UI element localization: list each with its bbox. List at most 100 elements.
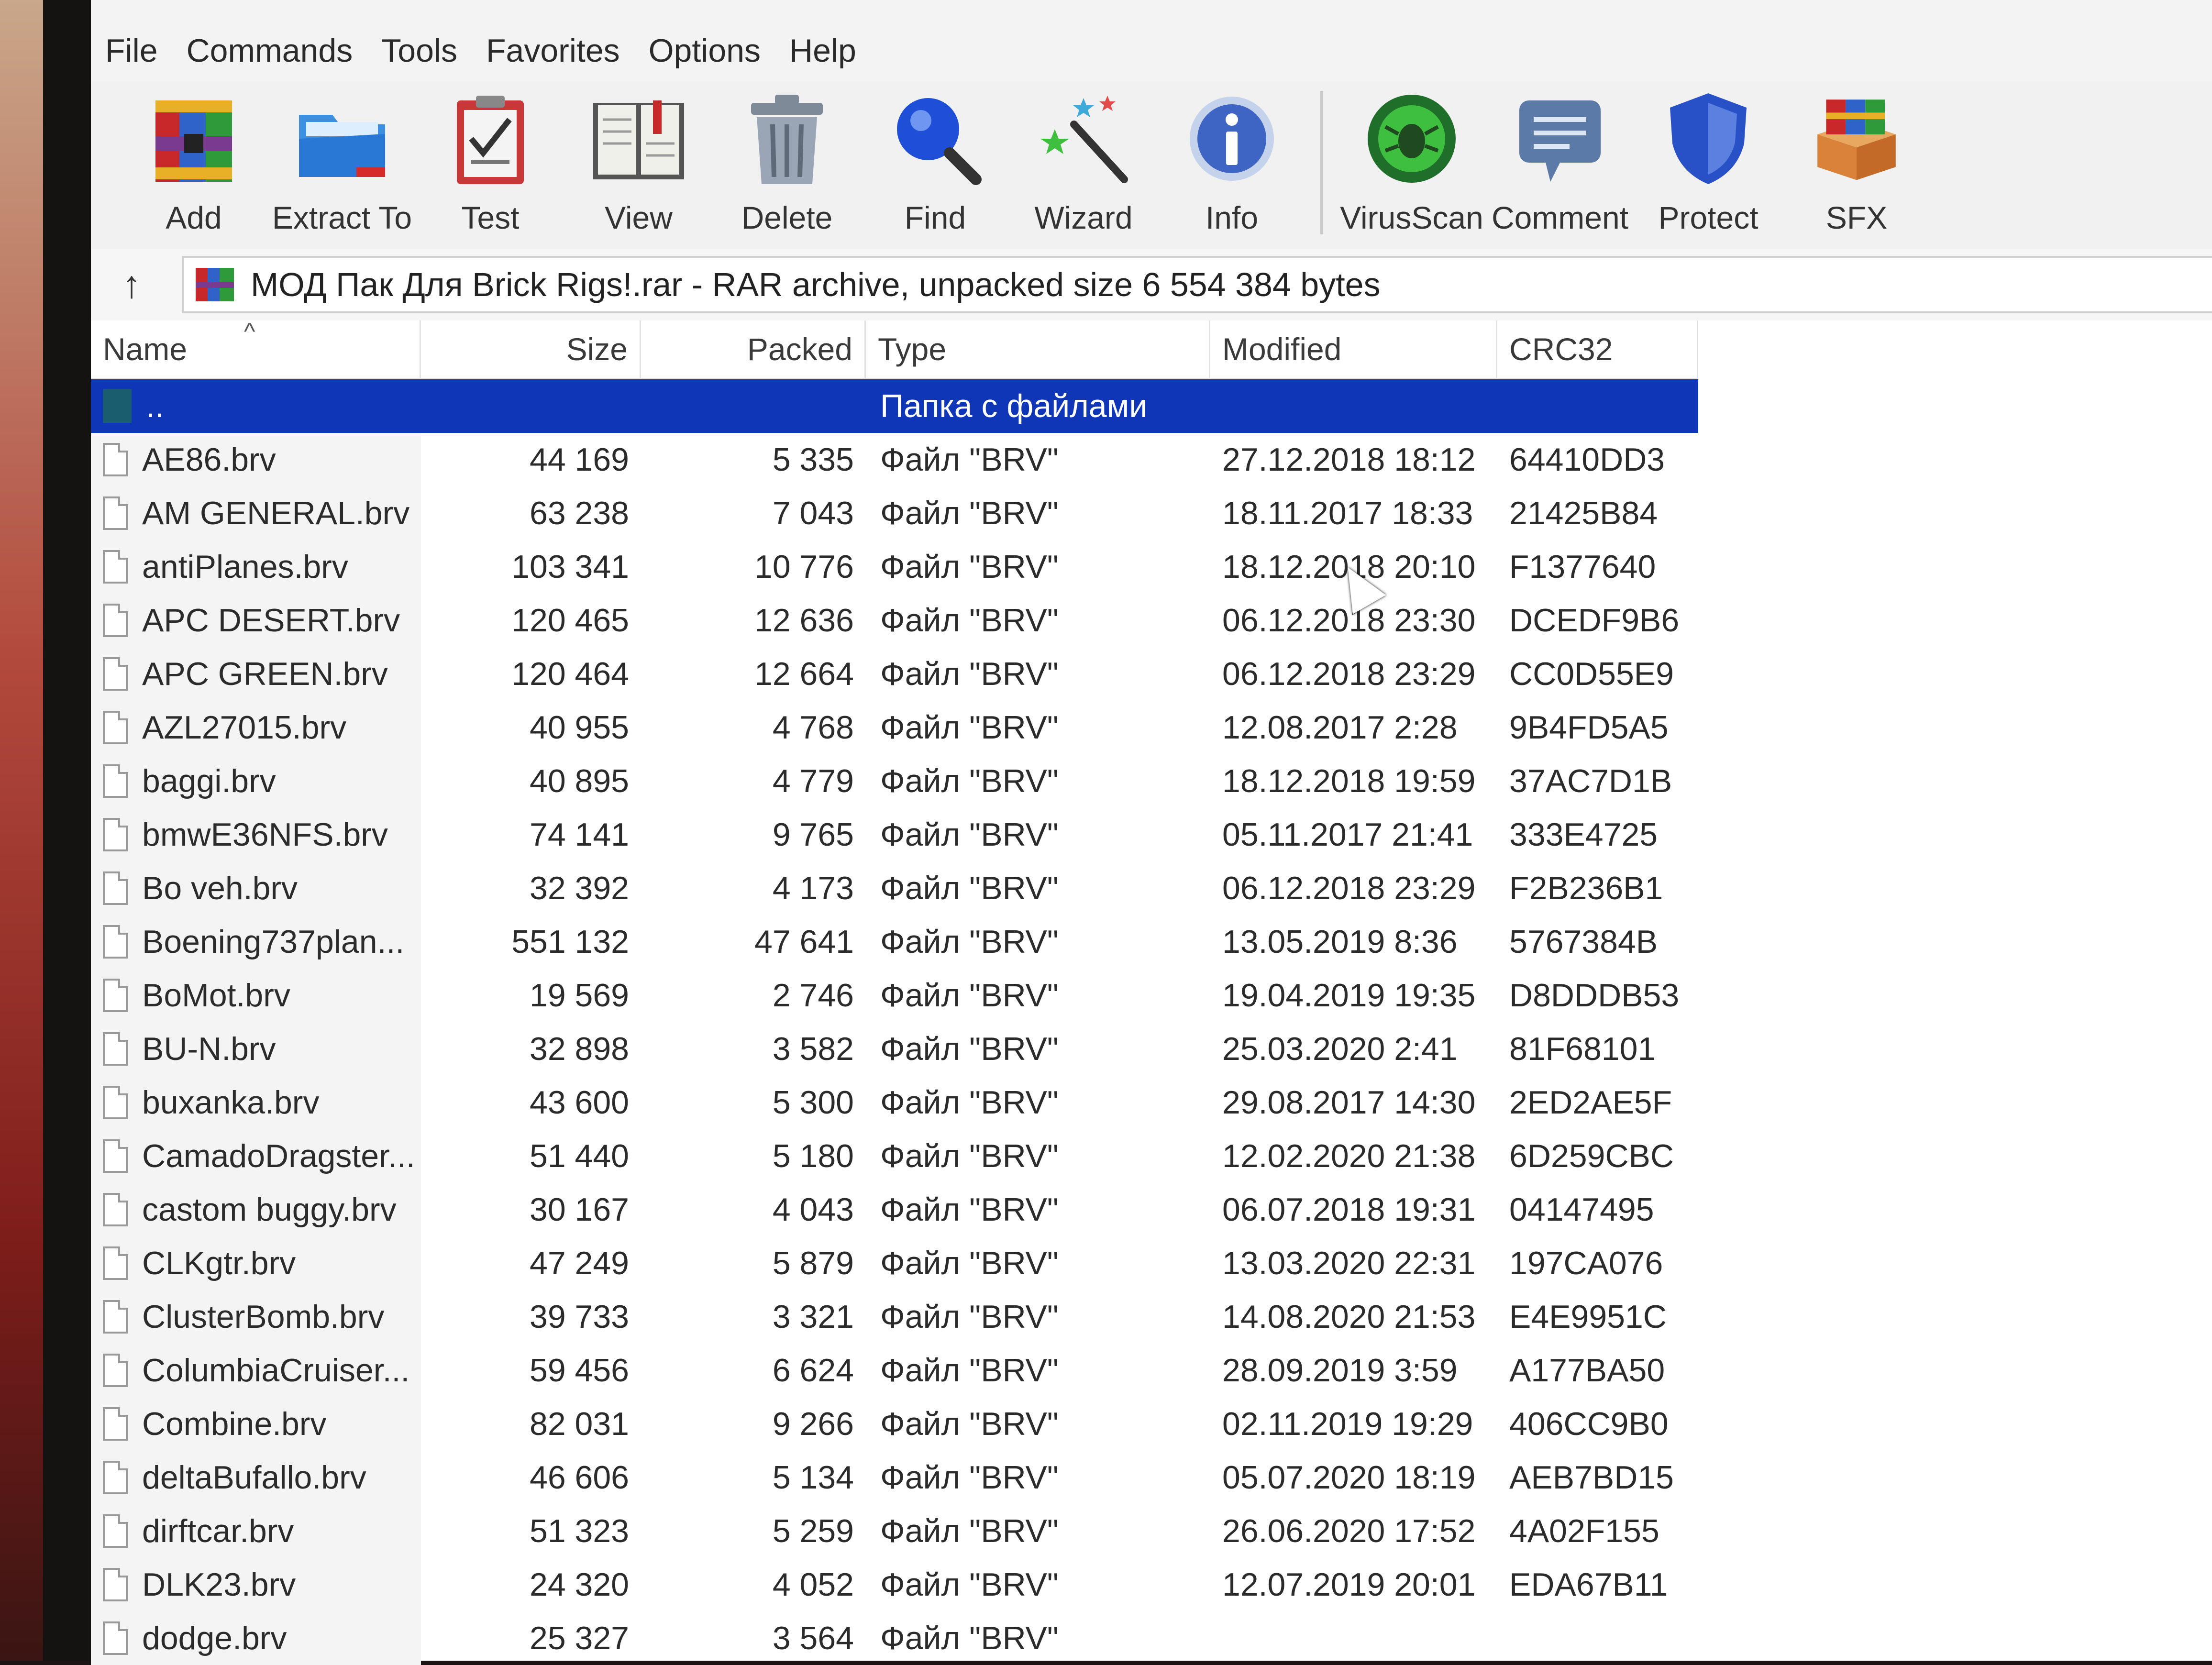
file-packed: 5 134 xyxy=(772,1459,854,1496)
file-icon xyxy=(103,657,128,691)
column-header-row: Name ^ Size Packed Type Modified CRC32 xyxy=(91,318,1698,379)
file-name-cell: Boening737plan... xyxy=(91,915,421,969)
file-icon xyxy=(103,1032,128,1066)
table-row[interactable]: castom buggy.brv 30 167 4 043 Файл "BRV" 06.… xyxy=(91,1183,1698,1236)
file-crc32: AEB7BD15 xyxy=(1509,1459,1674,1496)
column-header-name[interactable]: Name ^ xyxy=(91,318,421,378)
table-row[interactable]: antiPlanes.brv 103 341 10 776 Файл "BRV" 18.… xyxy=(91,540,1698,594)
file-size: 103 341 xyxy=(511,549,629,585)
file-size: 51 440 xyxy=(530,1138,629,1174)
table-row[interactable]: baggi.brv 40 895 4 779 Файл "BRV" 18.12.2018… xyxy=(91,754,1698,808)
table-row[interactable]: CLKgtr.brv 47 249 5 879 Файл "BRV" 13.03.202… xyxy=(91,1236,1698,1290)
file-name-cell: dodge.brv xyxy=(91,1611,421,1665)
menu-tools[interactable]: Tools xyxy=(381,32,457,69)
menu-favorites[interactable]: Favorites xyxy=(486,32,620,69)
file-type: Файл "BRV" xyxy=(880,1084,1059,1121)
menu-options[interactable]: Options xyxy=(649,32,761,69)
file-crc32: 37AC7D1B xyxy=(1509,763,1672,799)
file-type: Файл "BRV" xyxy=(880,1031,1059,1067)
table-row[interactable]: dirftcar.brv 51 323 5 259 Файл "BRV" 26.06.2… xyxy=(91,1504,1698,1558)
file-icon xyxy=(103,711,128,744)
table-row[interactable]: AZL27015.brv 40 955 4 768 Файл "BRV" 12.08.2… xyxy=(91,701,1698,754)
file-name: Boening737plan... xyxy=(142,924,405,960)
column-header-crc32[interactable]: CRC32 xyxy=(1497,320,1698,378)
file-size: 120 465 xyxy=(511,602,629,639)
delete-label: Delete xyxy=(741,200,833,235)
table-row[interactable]: APC GREEN.brv 120 464 12 664 Файл "BRV" 06.1… xyxy=(91,647,1698,701)
file-icon xyxy=(103,1407,128,1441)
menu-file[interactable]: File xyxy=(105,32,158,69)
file-crc32: 406CC9B0 xyxy=(1509,1406,1669,1442)
file-type: Файл "BRV" xyxy=(880,441,1059,478)
view-label: View xyxy=(605,200,673,235)
wizard-label: Wizard xyxy=(1034,200,1133,235)
table-row[interactable]: ColumbiaCruiser... 59 456 6 624 Файл "BRV" 2… xyxy=(91,1344,1698,1397)
protect-button[interactable]: Protect xyxy=(1634,81,1782,244)
test-button[interactable]: Test xyxy=(416,81,564,244)
up-one-level-button[interactable]: ↑ xyxy=(91,254,172,316)
file-type: Файл "BRV" xyxy=(880,1352,1059,1389)
table-row[interactable]: deltaBufallo.brv 46 606 5 134 Файл "BRV" 05.… xyxy=(91,1451,1698,1504)
table-row[interactable]: CamadoDragster... 51 440 5 180 Файл "BRV" 12… xyxy=(91,1129,1698,1183)
table-row[interactable]: BoMot.brv 19 569 2 746 Файл "BRV" 19.04.2019… xyxy=(91,969,1698,1022)
column-header-packed[interactable]: Packed xyxy=(641,320,866,378)
column-header-size[interactable]: Size xyxy=(421,320,641,378)
table-row[interactable]: dodge.brv 25 327 3 564 Файл "BRV" xyxy=(91,1611,1698,1665)
file-modified: 28.09.2019 3:59 xyxy=(1222,1352,1458,1389)
file-packed: 10 776 xyxy=(754,549,854,585)
file-modified: 19.04.2019 19:35 xyxy=(1222,977,1476,1014)
file-name-cell: ColumbiaCruiser... xyxy=(91,1344,421,1397)
file-type: Файл "BRV" xyxy=(880,1459,1059,1496)
file-packed: 4 173 xyxy=(772,870,854,906)
archive-path-field[interactable]: МОД Пак Для Brick Rigs!.rar - RAR archiv… xyxy=(182,256,2212,313)
file-icon xyxy=(103,871,128,905)
table-row[interactable]: Combine.brv 82 031 9 266 Файл "BRV" 02.11.20… xyxy=(91,1397,1698,1451)
test-label: Test xyxy=(461,200,520,235)
table-row[interactable]: buxanka.brv 43 600 5 300 Файл "BRV" 29.08.20… xyxy=(91,1076,1698,1129)
menu-help[interactable]: Help xyxy=(789,32,856,69)
table-row[interactable]: bmwE36NFS.brv 74 141 9 765 Файл "BRV" 05.11.… xyxy=(91,808,1698,861)
file-packed: 5 335 xyxy=(772,441,854,478)
virusscan-button[interactable]: VirusScan xyxy=(1338,81,1486,244)
file-icon xyxy=(103,1514,128,1548)
file-crc32: D8DDDB53 xyxy=(1509,977,1680,1014)
parent-folder-icon xyxy=(103,389,132,423)
file-icon xyxy=(103,496,128,530)
file-crc32: 04147495 xyxy=(1509,1191,1654,1228)
table-row[interactable]: ClusterBomb.brv 39 733 3 321 Файл "BRV" 14.0… xyxy=(91,1290,1698,1344)
table-row[interactable]: APC DESERT.brv 120 465 12 636 Файл "BRV" 06.… xyxy=(91,594,1698,647)
rar-archive-icon xyxy=(193,265,236,304)
file-packed: 12 636 xyxy=(754,602,854,639)
menu-commands[interactable]: Commands xyxy=(187,32,353,69)
table-row[interactable]: DLK23.brv 24 320 4 052 Файл "BRV" 12.07.2019… xyxy=(91,1558,1698,1611)
file-name: DLK23.brv xyxy=(142,1566,296,1603)
file-modified: 29.08.2017 14:30 xyxy=(1222,1084,1476,1121)
file-icon xyxy=(103,1139,128,1173)
find-button[interactable]: Find xyxy=(861,81,1009,244)
extract-to-button[interactable]: Extract To xyxy=(268,81,416,244)
info-button[interactable]: Info xyxy=(1158,81,1306,244)
parent-folder-row[interactable]: .. Папка с файлами xyxy=(91,379,1698,433)
comment-button[interactable]: Comment xyxy=(1486,81,1634,244)
file-name-cell: APC DESERT.brv xyxy=(91,594,421,647)
file-size: 120 464 xyxy=(511,656,629,692)
file-name: BU-N.brv xyxy=(142,1031,276,1067)
file-modified: 13.03.2020 22:31 xyxy=(1222,1245,1476,1281)
column-header-type[interactable]: Type xyxy=(866,320,1210,378)
delete-button[interactable]: Delete xyxy=(713,81,861,244)
sfx-button[interactable]: SFX xyxy=(1782,81,1931,244)
table-row[interactable]: AE86.brv 44 169 5 335 Файл "BRV" 27.12.2018 … xyxy=(91,433,1698,486)
file-size: 40 955 xyxy=(530,709,629,746)
file-name: antiPlanes.brv xyxy=(142,549,348,585)
table-row[interactable]: Bo veh.brv 32 392 4 173 Файл "BRV" 06.12.201… xyxy=(91,861,1698,915)
add-button[interactable]: Add xyxy=(120,81,268,244)
file-name: deltaBufallo.brv xyxy=(142,1459,366,1496)
table-row[interactable]: Boening737plan... 551 132 47 641 Файл "BRV"… xyxy=(91,915,1698,969)
wizard-button[interactable]: Wizard xyxy=(1009,81,1158,244)
column-header-modified[interactable]: Modified xyxy=(1210,320,1497,378)
file-packed: 5 300 xyxy=(772,1084,854,1121)
view-button[interactable]: View xyxy=(564,81,713,244)
table-row[interactable]: BU-N.brv 32 898 3 582 Файл "BRV" 25.03.2020 … xyxy=(91,1022,1698,1076)
table-row[interactable]: AM GENERAL.brv 63 238 7 043 Файл "BRV" 18.11… xyxy=(91,486,1698,540)
file-name-cell: Combine.brv xyxy=(91,1397,421,1451)
